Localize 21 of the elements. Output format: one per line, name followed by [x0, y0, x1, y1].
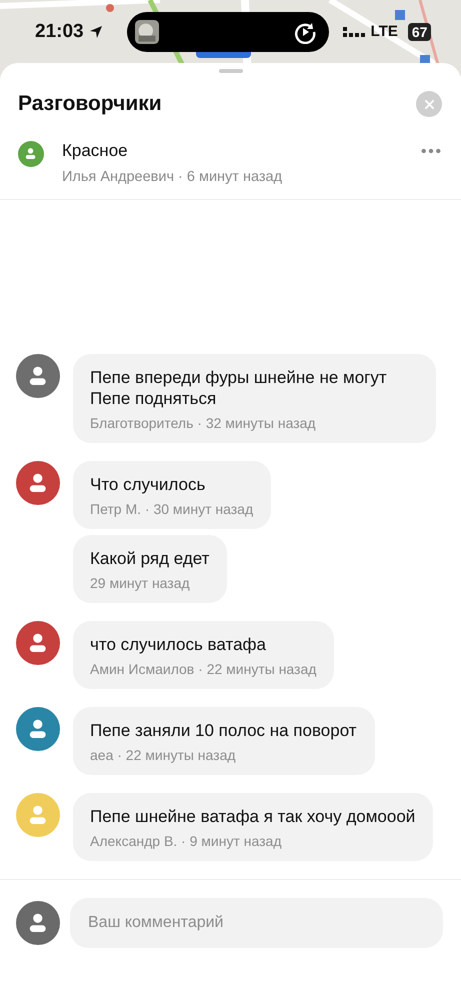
- comment-text: что случилось ватафа: [90, 634, 267, 655]
- comment-text: Пепе шнейне ватафа я так хочу домооой: [90, 806, 416, 827]
- avatar: [18, 141, 44, 167]
- comment-meta: аеа · 22 минуты назад: [90, 747, 237, 763]
- comment-meta: Благотворитель · 32 минуты назад: [90, 415, 317, 431]
- more-icon[interactable]: [421, 148, 441, 154]
- post-meta: Илья Андреевич · 6 минут назад: [62, 169, 284, 185]
- post-title: Красное: [62, 141, 129, 161]
- comment-text: Пепе заняли 10 полос на поворот: [90, 720, 357, 741]
- close-icon: [424, 100, 434, 108]
- comment-text: Что случилось: [90, 474, 206, 495]
- comment-text: Какой ряд едет: [90, 548, 210, 569]
- comment-meta: Александр В. · 9 минут назад: [90, 833, 282, 849]
- close-button[interactable]: [416, 91, 442, 117]
- sheet-title: Разговорчики: [18, 92, 162, 116]
- comment-text: Пепе впереди фуры шнейне не могут Пепе подняться: [90, 367, 388, 409]
- comment-meta: Петр М. · 30 минут назад: [90, 501, 254, 517]
- comment-meta: 29 минут назад: [90, 575, 191, 591]
- comment-field[interactable]: Ваш комментарий: [70, 898, 443, 948]
- comment-meta: Амин Исмаилов · 22 минуты назад: [90, 661, 316, 677]
- avatar: [16, 901, 60, 945]
